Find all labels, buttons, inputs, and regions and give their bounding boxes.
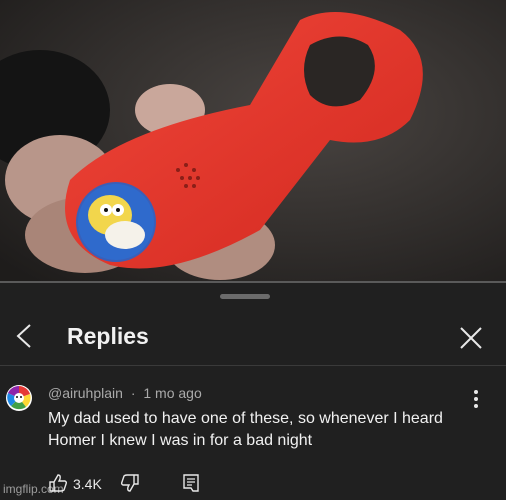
comment-meta: @airuhplain · 1 mo ago <box>48 385 202 401</box>
dislike-button[interactable] <box>120 473 140 496</box>
close-button[interactable] <box>456 323 486 353</box>
avatar[interactable] <box>6 385 32 411</box>
avatar-icon <box>7 385 31 410</box>
like-count: 3.4K <box>73 476 102 492</box>
vertical-dots-icon <box>468 390 484 414</box>
header-divider <box>0 365 506 366</box>
comment-author[interactable]: @airuhplain <box>48 385 123 401</box>
comment-time: 1 mo ago <box>143 385 202 401</box>
drag-handle[interactable] <box>220 294 270 299</box>
reply-button[interactable] <box>181 473 201 496</box>
back-button[interactable] <box>12 321 36 351</box>
thumbs-down-icon <box>120 474 140 496</box>
page-title: Replies <box>67 323 149 349</box>
more-options-button[interactable] <box>468 388 484 410</box>
comment-text: My dad used to have one of these, so whe… <box>48 410 443 449</box>
bottle-opener-photo <box>0 0 506 282</box>
reply-icon <box>181 474 201 496</box>
chevron-left-icon <box>12 324 36 355</box>
meta-separator: · <box>130 385 136 401</box>
replies-panel: Replies @airuhplain · 1 mo ago My dad us… <box>0 283 506 500</box>
watermark: imgflip.com <box>3 482 64 496</box>
close-icon <box>456 327 486 357</box>
video-thumbnail[interactable] <box>0 0 506 282</box>
